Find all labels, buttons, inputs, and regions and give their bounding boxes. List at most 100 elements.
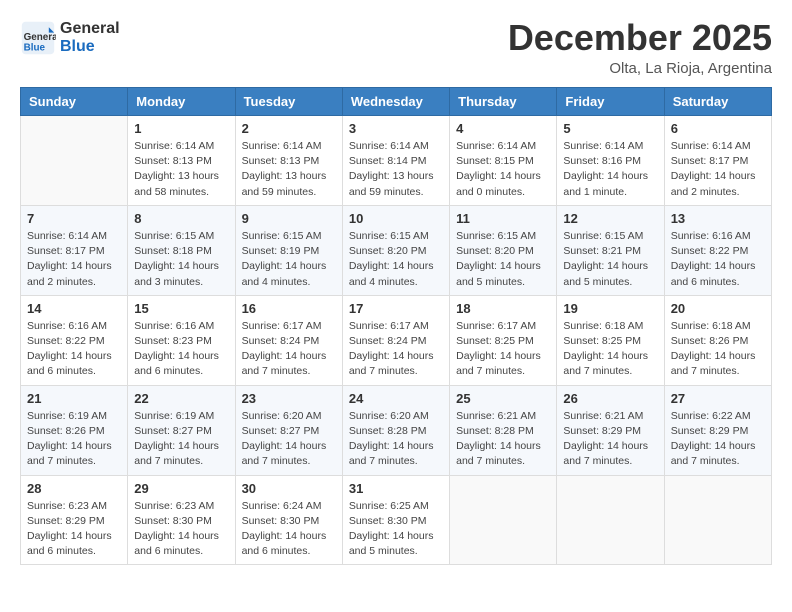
calendar-cell: 18Sunrise: 6:17 AM Sunset: 8:25 PM Dayli… — [450, 295, 557, 385]
day-info: Sunrise: 6:17 AM Sunset: 8:24 PM Dayligh… — [349, 319, 443, 380]
day-info: Sunrise: 6:21 AM Sunset: 8:28 PM Dayligh… — [456, 409, 550, 470]
calendar-cell: 24Sunrise: 6:20 AM Sunset: 8:28 PM Dayli… — [342, 385, 449, 475]
day-info: Sunrise: 6:22 AM Sunset: 8:29 PM Dayligh… — [671, 409, 765, 470]
day-number: 23 — [242, 391, 336, 406]
logo-general: General — [60, 20, 120, 38]
calendar-cell: 4 Sunrise: 6:14 AM Sunset: 8:15 PM Daylig… — [450, 116, 557, 206]
day-info: Sunrise: 6:20 AM Sunset: 8:27 PM Dayligh… — [242, 409, 336, 470]
day-number: 6 — [671, 121, 765, 136]
day-info: Sunrise: 6:23 AM Sunset: 8:29 PM Dayligh… — [27, 499, 121, 560]
day-info: Sunrise: 6:16 AM Sunset: 8:22 PM Dayligh… — [671, 229, 765, 290]
calendar-cell: 14Sunrise: 6:16 AM Sunset: 8:22 PM Dayli… — [21, 295, 128, 385]
day-info: Sunrise: 6:15 AM Sunset: 8:20 PM Dayligh… — [456, 229, 550, 290]
calendar-cell: 27 Sunrise: 6:22 AM Sunset: 8:29 PM Dayli… — [664, 385, 771, 475]
svg-text:Blue: Blue — [24, 43, 46, 54]
calendar-cell: 13 Sunrise: 6:16 AM Sunset: 8:22 PM Dayli… — [664, 205, 771, 295]
day-number: 3 — [349, 121, 443, 136]
day-info: Sunrise: 6:15 AM Sunset: 8:19 PM Dayligh… — [242, 229, 336, 290]
calendar-cell: 26 Sunrise: 6:21 AM Sunset: 8:29 PM Dayli… — [557, 385, 664, 475]
column-header-thursday: Thursday — [450, 88, 557, 116]
day-number: 1 — [134, 121, 228, 136]
day-number: 7 — [27, 211, 121, 226]
day-number: 29 — [134, 481, 228, 496]
calendar-cell: 11 Sunrise: 6:15 AM Sunset: 8:20 PM Dayli… — [450, 205, 557, 295]
title-block: December 2025 Olta, La Rioja, Argentina — [508, 20, 772, 77]
day-number: 11 — [456, 211, 550, 226]
calendar-cell — [21, 116, 128, 206]
calendar-cell: 23 Sunrise: 6:20 AM Sunset: 8:27 PM Dayli… — [235, 385, 342, 475]
calendar-cell — [450, 475, 557, 565]
day-info: Sunrise: 6:19 AM Sunset: 8:27 PM Dayligh… — [134, 409, 228, 470]
column-header-friday: Friday — [557, 88, 664, 116]
day-info: Sunrise: 6:23 AM Sunset: 8:30 PM Dayligh… — [134, 499, 228, 560]
calendar-week-row: 1 Sunrise: 6:14 AM Sunset: 8:13 PM Daylig… — [21, 116, 772, 206]
day-number: 9 — [242, 211, 336, 226]
logo-blue: Blue — [60, 38, 120, 56]
column-header-wednesday: Wednesday — [342, 88, 449, 116]
calendar-cell — [664, 475, 771, 565]
day-number: 19 — [563, 301, 657, 316]
calendar-cell: 19Sunrise: 6:18 AM Sunset: 8:25 PM Dayli… — [557, 295, 664, 385]
logo-icon: General Blue — [20, 20, 56, 56]
day-number: 22 — [134, 391, 228, 406]
calendar-cell: 12Sunrise: 6:15 AM Sunset: 8:21 PM Dayli… — [557, 205, 664, 295]
day-number: 20 — [671, 301, 765, 316]
column-header-sunday: Sunday — [21, 88, 128, 116]
calendar-cell: 7Sunrise: 6:14 AM Sunset: 8:17 PM Daylig… — [21, 205, 128, 295]
day-info: Sunrise: 6:17 AM Sunset: 8:25 PM Dayligh… — [456, 319, 550, 380]
calendar-week-row: 14Sunrise: 6:16 AM Sunset: 8:22 PM Dayli… — [21, 295, 772, 385]
day-info: Sunrise: 6:16 AM Sunset: 8:23 PM Dayligh… — [134, 319, 228, 380]
day-number: 25 — [456, 391, 550, 406]
svg-text:General: General — [24, 32, 56, 43]
day-info: Sunrise: 6:15 AM Sunset: 8:18 PM Dayligh… — [134, 229, 228, 290]
calendar-header-row: SundayMondayTuesdayWednesdayThursdayFrid… — [21, 88, 772, 116]
calendar-cell: 20 Sunrise: 6:18 AM Sunset: 8:26 PM Dayli… — [664, 295, 771, 385]
calendar-week-row: 7Sunrise: 6:14 AM Sunset: 8:17 PM Daylig… — [21, 205, 772, 295]
day-info: Sunrise: 6:14 AM Sunset: 8:14 PM Dayligh… — [349, 139, 443, 200]
calendar-cell: 29 Sunrise: 6:23 AM Sunset: 8:30 PM Dayli… — [128, 475, 235, 565]
day-number: 26 — [563, 391, 657, 406]
calendar-week-row: 28Sunrise: 6:23 AM Sunset: 8:29 PM Dayli… — [21, 475, 772, 565]
month-title: December 2025 — [508, 20, 772, 56]
day-info: Sunrise: 6:20 AM Sunset: 8:28 PM Dayligh… — [349, 409, 443, 470]
calendar-week-row: 21Sunrise: 6:19 AM Sunset: 8:26 PM Dayli… — [21, 385, 772, 475]
calendar-cell: 25 Sunrise: 6:21 AM Sunset: 8:28 PM Dayli… — [450, 385, 557, 475]
column-header-tuesday: Tuesday — [235, 88, 342, 116]
day-number: 27 — [671, 391, 765, 406]
day-number: 8 — [134, 211, 228, 226]
day-number: 21 — [27, 391, 121, 406]
day-number: 4 — [456, 121, 550, 136]
day-info: Sunrise: 6:17 AM Sunset: 8:24 PM Dayligh… — [242, 319, 336, 380]
day-number: 30 — [242, 481, 336, 496]
calendar-cell: 17 Sunrise: 6:17 AM Sunset: 8:24 PM Dayli… — [342, 295, 449, 385]
day-number: 31 — [349, 481, 443, 496]
day-number: 14 — [27, 301, 121, 316]
day-number: 15 — [134, 301, 228, 316]
day-info: Sunrise: 6:14 AM Sunset: 8:13 PM Dayligh… — [134, 139, 228, 200]
calendar-cell: 16 Sunrise: 6:17 AM Sunset: 8:24 PM Dayli… — [235, 295, 342, 385]
day-info: Sunrise: 6:14 AM Sunset: 8:16 PM Dayligh… — [563, 139, 657, 200]
day-info: Sunrise: 6:18 AM Sunset: 8:26 PM Dayligh… — [671, 319, 765, 380]
day-info: Sunrise: 6:21 AM Sunset: 8:29 PM Dayligh… — [563, 409, 657, 470]
calendar-cell: 8 Sunrise: 6:15 AM Sunset: 8:18 PM Daylig… — [128, 205, 235, 295]
day-info: Sunrise: 6:15 AM Sunset: 8:20 PM Dayligh… — [349, 229, 443, 290]
day-number: 2 — [242, 121, 336, 136]
page-header: General Blue General Blue December 2025 … — [20, 20, 772, 77]
calendar-cell: 31 Sunrise: 6:25 AM Sunset: 8:30 PM Dayli… — [342, 475, 449, 565]
calendar-cell: 5 Sunrise: 6:14 AM Sunset: 8:16 PM Daylig… — [557, 116, 664, 206]
day-info: Sunrise: 6:24 AM Sunset: 8:30 PM Dayligh… — [242, 499, 336, 560]
day-info: Sunrise: 6:14 AM Sunset: 8:15 PM Dayligh… — [456, 139, 550, 200]
column-header-saturday: Saturday — [664, 88, 771, 116]
calendar-cell — [557, 475, 664, 565]
day-info: Sunrise: 6:25 AM Sunset: 8:30 PM Dayligh… — [349, 499, 443, 560]
day-number: 17 — [349, 301, 443, 316]
day-info: Sunrise: 6:14 AM Sunset: 8:13 PM Dayligh… — [242, 139, 336, 200]
day-number: 12 — [563, 211, 657, 226]
day-number: 13 — [671, 211, 765, 226]
day-number: 5 — [563, 121, 657, 136]
calendar-cell: 6Sunrise: 6:14 AM Sunset: 8:17 PM Daylig… — [664, 116, 771, 206]
calendar-table: SundayMondayTuesdayWednesdayThursdayFrid… — [20, 87, 772, 565]
calendar-cell: 22 Sunrise: 6:19 AM Sunset: 8:27 PM Dayli… — [128, 385, 235, 475]
calendar-cell: 30 Sunrise: 6:24 AM Sunset: 8:30 PM Dayli… — [235, 475, 342, 565]
day-number: 16 — [242, 301, 336, 316]
